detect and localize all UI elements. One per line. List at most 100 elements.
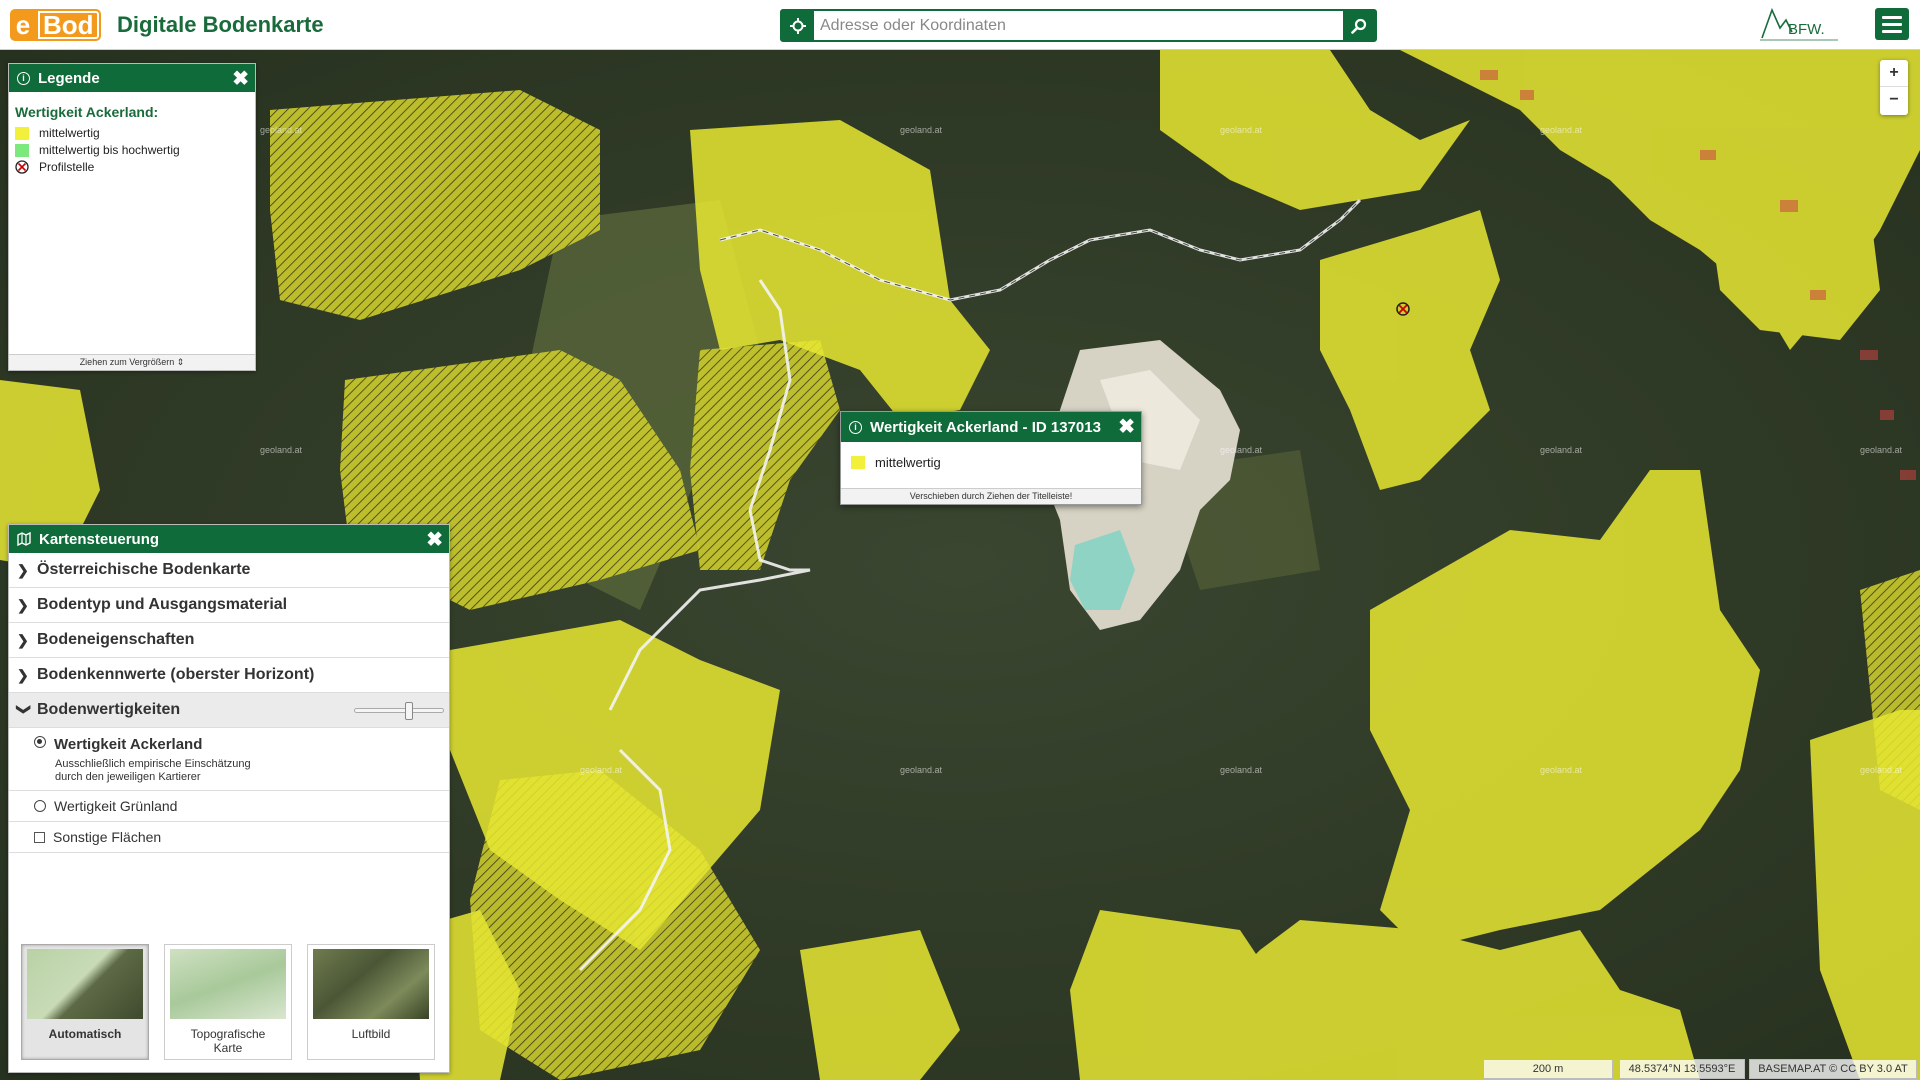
basemap-automatic[interactable]: Automatisch bbox=[21, 944, 149, 1060]
basemap-label: Luftbild bbox=[351, 1027, 391, 1041]
legend-swatch-green bbox=[15, 143, 29, 157]
control-title: Kartensteuerung bbox=[39, 530, 160, 548]
scale-bar: 200 m bbox=[1483, 1059, 1613, 1079]
map-watermark: geoland.at bbox=[1540, 765, 1583, 775]
popup-value-row: mittelwertig bbox=[841, 442, 1141, 482]
popup-title: Wertigkeit Ackerland - ID 137013 bbox=[870, 418, 1101, 436]
chevron-down-icon: ❯ bbox=[16, 703, 33, 715]
option-sonstige-flaechen[interactable]: Sonstige Flächen bbox=[9, 822, 449, 853]
locate-button[interactable] bbox=[782, 11, 814, 40]
search-bar bbox=[780, 9, 1377, 42]
section-label: Bodeneigenschaften bbox=[37, 631, 195, 648]
opacity-slider-thumb[interactable] bbox=[405, 702, 413, 720]
zoom-control: + − bbox=[1880, 60, 1908, 115]
option-wertigkeit-gruenland[interactable]: Wertigkeit Grünland bbox=[9, 791, 449, 822]
legend-swatch-yellow bbox=[15, 126, 29, 140]
bfw-logo-graphic: BFW. bbox=[1760, 7, 1838, 41]
control-header[interactable]: Kartensteuerung ✖ bbox=[9, 525, 449, 553]
map-icon bbox=[17, 532, 31, 546]
chevron-right-icon: ❯ bbox=[17, 631, 29, 648]
checkbox-sonstige[interactable] bbox=[34, 831, 45, 843]
section-label: Bodentyp und Ausgangsmaterial bbox=[37, 596, 288, 613]
basemap-label: Automatisch bbox=[48, 1027, 122, 1041]
close-icon[interactable]: ✖ bbox=[232, 66, 249, 91]
feature-popup: i Wertigkeit Ackerland - ID 137013 ✖ mit… bbox=[840, 411, 1142, 505]
map-watermark: geoland.at bbox=[1220, 765, 1263, 775]
legend-heading: Wertigkeit Ackerland: bbox=[15, 104, 159, 120]
map-watermark: geoland.at bbox=[260, 125, 303, 135]
map-watermark: geoland.at bbox=[1860, 765, 1903, 775]
legend-title: Legende bbox=[38, 69, 100, 87]
info-icon: i bbox=[17, 71, 30, 85]
basemap-thumbnail bbox=[27, 949, 143, 1019]
option-description-line: Ausschließlich empirische Einschätzung bbox=[55, 758, 251, 770]
basemap-thumbnail bbox=[170, 949, 286, 1019]
basemap-label: Karte bbox=[213, 1041, 243, 1055]
logo-bod: Bod bbox=[36, 9, 101, 41]
map-watermark: geoland.at bbox=[260, 445, 303, 455]
map-watermark: geoland.at bbox=[1540, 125, 1583, 135]
search-input[interactable] bbox=[814, 11, 1343, 40]
section-label: Bodenkennwerte (oberster Horizont) bbox=[37, 666, 315, 683]
popup-header[interactable]: i Wertigkeit Ackerland - ID 137013 ✖ bbox=[841, 412, 1141, 442]
popup-footer: Verschieben durch Ziehen der Titelleiste… bbox=[841, 488, 1141, 504]
legend-item-label: Profilstelle bbox=[39, 160, 95, 174]
option-label: Wertigkeit Ackerland bbox=[54, 736, 203, 753]
logo-e: e bbox=[10, 9, 36, 41]
close-icon[interactable]: ✖ bbox=[426, 527, 443, 552]
map-watermark: geoland.at bbox=[1540, 445, 1583, 455]
drag-hint: Ziehen zum Vergrößern bbox=[79, 357, 175, 367]
legend-item: mittelwertig bbox=[15, 126, 249, 140]
section-label: Bodenwertigkeiten bbox=[37, 701, 181, 718]
opacity-slider[interactable] bbox=[354, 702, 444, 720]
option-description-line: durch den jeweiligen Kartierer bbox=[55, 771, 201, 783]
zoom-out-button[interactable]: − bbox=[1880, 87, 1908, 114]
map-control-panel: Kartensteuerung ✖ ❯ Österreichische Bode… bbox=[8, 524, 450, 1073]
profile-point-marker bbox=[1396, 302, 1410, 316]
basemap-topographic[interactable]: Topografische Karte bbox=[164, 944, 292, 1060]
resize-arrows-icon: ⇕ bbox=[176, 357, 185, 367]
legend-item-label: mittelwertig bis hochwertig bbox=[39, 143, 180, 157]
option-description: Ausschließlich empirische Einschätzung d… bbox=[55, 758, 295, 784]
legend-header[interactable]: i Legende ✖ bbox=[9, 64, 255, 92]
app-title: Digitale Bodenkarte bbox=[117, 12, 324, 37]
hamburger-menu-button[interactable] bbox=[1875, 8, 1909, 40]
option-wertigkeit-ackerland[interactable]: Wertigkeit Ackerland Ausschließlich empi… bbox=[9, 728, 449, 791]
popup-value: mittelwertig bbox=[875, 454, 941, 470]
basemap-label: Topografische bbox=[190, 1027, 266, 1041]
section-bodenwertigkeiten[interactable]: ❯ Bodenwertigkeiten bbox=[9, 693, 449, 728]
option-label: Wertigkeit Grünland bbox=[54, 798, 178, 814]
ebod-logo[interactable]: e Bod bbox=[10, 9, 101, 41]
coordinate-readout: 48.5374°N 13.5593°E bbox=[1619, 1059, 1745, 1079]
bfw-logo-text: BFW. bbox=[1788, 21, 1825, 38]
search-icon bbox=[1351, 18, 1367, 34]
zoom-in-button[interactable]: + bbox=[1880, 60, 1908, 87]
radio-ackerland[interactable] bbox=[34, 736, 46, 748]
popup-swatch bbox=[851, 455, 865, 469]
legend-item-label: mittelwertig bbox=[39, 126, 100, 140]
section-bodenkennwerte[interactable]: ❯ Bodenkennwerte (oberster Horizont) bbox=[9, 658, 449, 693]
map-watermark: geoland.at bbox=[1860, 445, 1903, 455]
section-bodeneigenschaften[interactable]: ❯ Bodeneigenschaften bbox=[9, 623, 449, 658]
map-watermark: geoland.at bbox=[900, 125, 943, 135]
search-button[interactable] bbox=[1343, 11, 1375, 40]
section-label: Österreichische Bodenkarte bbox=[37, 561, 251, 578]
option-label: Sonstige Flächen bbox=[53, 829, 162, 845]
close-icon[interactable]: ✖ bbox=[1118, 414, 1135, 439]
legend-resize-handle[interactable]: Ziehen zum Vergrößern ⇕ bbox=[9, 354, 255, 370]
attribution[interactable]: BASEMAP.AT © CC BY 3.0 AT bbox=[1749, 1059, 1917, 1079]
basemap-aerial[interactable]: Luftbild bbox=[307, 944, 435, 1060]
map-watermark: geoland.at bbox=[580, 765, 623, 775]
chevron-right-icon: ❯ bbox=[17, 596, 29, 613]
chevron-right-icon: ❯ bbox=[17, 561, 29, 578]
info-icon: i bbox=[849, 420, 862, 434]
section-bodenkarte[interactable]: ❯ Österreichische Bodenkarte bbox=[9, 553, 449, 588]
basemap-selector: Automatisch Topografische Karte Luftbild bbox=[21, 944, 435, 1060]
legend-panel: i Legende ✖ Wertigkeit Ackerland: mittel… bbox=[8, 63, 256, 371]
map-watermark: geoland.at bbox=[1220, 125, 1263, 135]
bfw-logo[interactable]: BFW. bbox=[1758, 4, 1842, 44]
section-bodentyp[interactable]: ❯ Bodentyp und Ausgangsmaterial bbox=[9, 588, 449, 623]
radio-gruenland[interactable] bbox=[34, 800, 46, 812]
chevron-right-icon: ❯ bbox=[17, 666, 29, 683]
basemap-thumbnail bbox=[313, 949, 429, 1019]
